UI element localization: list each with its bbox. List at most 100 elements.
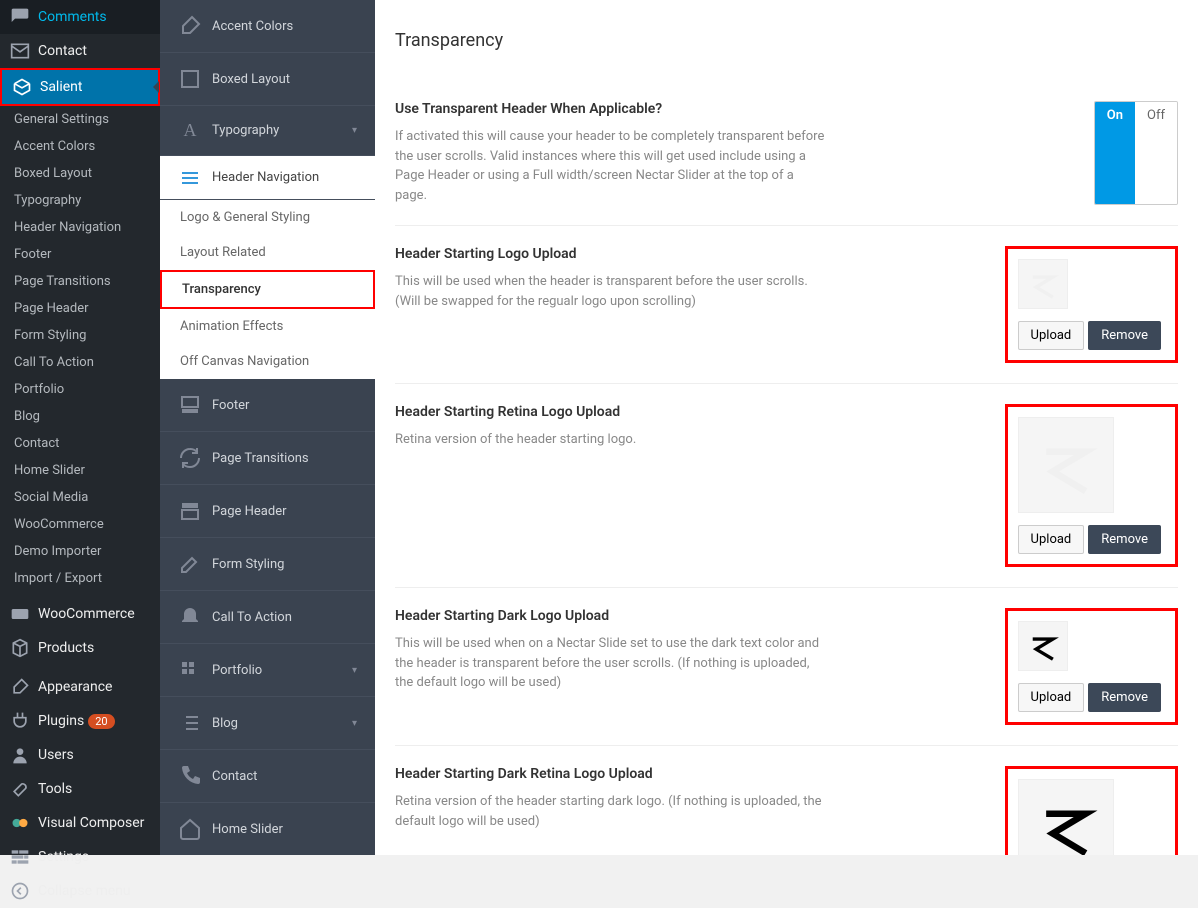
sidebar-sub-call-to-action[interactable]: Call To Action bbox=[0, 349, 160, 376]
toggle-on[interactable]: On bbox=[1095, 102, 1135, 204]
update-badge: 20 bbox=[88, 714, 114, 729]
panel-item-blog[interactable]: Blog ▾ bbox=[160, 697, 375, 750]
panel-item-label: Home Slider bbox=[212, 822, 283, 837]
sidebar-item-label: Tools bbox=[38, 781, 72, 797]
panel-item-label: Form Styling bbox=[212, 557, 284, 572]
upload-button[interactable]: Upload bbox=[1018, 321, 1085, 350]
sidebar-sub-general-settings[interactable]: General Settings bbox=[0, 106, 160, 133]
panel-item-boxed-layout[interactable]: Boxed Layout bbox=[160, 53, 375, 106]
main-content: Transparency Use Transparent Header When… bbox=[375, 0, 1198, 855]
settings-icon bbox=[10, 847, 30, 867]
sidebar-item-label: Plugins bbox=[38, 713, 84, 729]
sidebar-sub-social-media[interactable]: Social Media bbox=[0, 484, 160, 511]
logo-thumbnail bbox=[1018, 417, 1114, 513]
toggle-transparent-header[interactable]: OnOff bbox=[1094, 101, 1178, 205]
panel-item-portfolio[interactable]: Portfolio ▾ bbox=[160, 644, 375, 697]
brush-icon bbox=[178, 14, 202, 38]
sidebar-sub-page-transitions[interactable]: Page Transitions bbox=[0, 268, 160, 295]
sidebar-sub-portfolio[interactable]: Portfolio bbox=[0, 376, 160, 403]
sidebar-item-visual-composer[interactable]: Visual Composer bbox=[0, 806, 160, 840]
field-row: Header Starting Retina Logo UploadRetina… bbox=[395, 384, 1178, 588]
upload-group: UploadRemove bbox=[1005, 766, 1178, 855]
home-icon bbox=[178, 817, 202, 841]
panel-item-accent-colors[interactable]: Accent Colors bbox=[160, 0, 375, 53]
sidebar-item-label: Appearance bbox=[38, 679, 112, 695]
sidebar-item-salient[interactable]: Salient bbox=[0, 68, 160, 106]
sidebar-item-label: Salient bbox=[40, 79, 82, 95]
sidebar-item-label: Contact bbox=[38, 43, 87, 59]
panel-item-label: Page Transitions bbox=[212, 451, 309, 466]
panel-sub-layout-related[interactable]: Layout Related bbox=[160, 235, 375, 270]
panel-item-label: Portfolio bbox=[212, 663, 262, 678]
upload-group: UploadRemove bbox=[1005, 246, 1178, 363]
sidebar-item-comments[interactable]: Comments bbox=[0, 0, 160, 34]
panel-item-header-navigation[interactable]: Header Navigation bbox=[160, 156, 375, 200]
sidebar-item-appearance[interactable]: Appearance bbox=[0, 670, 160, 704]
panel-item-home-slider[interactable]: Home Slider bbox=[160, 803, 375, 855]
sidebar-sub-header-navigation[interactable]: Header Navigation bbox=[0, 214, 160, 241]
panel-sub-off-canvas-navigation[interactable]: Off Canvas Navigation bbox=[160, 344, 375, 379]
sidebar-sub-contact[interactable]: Contact bbox=[0, 430, 160, 457]
sidebar-item-woocommerce[interactable]: WooCommerce bbox=[0, 597, 160, 631]
collapse-icon bbox=[10, 881, 30, 901]
sidebar-sub-woocommerce[interactable]: WooCommerce bbox=[0, 511, 160, 538]
sidebar-sub-footer[interactable]: Footer bbox=[0, 241, 160, 268]
sidebar-item-users[interactable]: Users bbox=[0, 738, 160, 772]
phone-icon bbox=[178, 764, 202, 788]
sidebar-sub-demo-importer[interactable]: Demo Importer bbox=[0, 538, 160, 565]
sidebar-sub-home-slider[interactable]: Home Slider bbox=[0, 457, 160, 484]
field-description: Header Starting Dark Retina Logo UploadR… bbox=[395, 766, 825, 855]
wrench-icon bbox=[10, 779, 30, 799]
plug-icon bbox=[10, 711, 30, 731]
sidebar-item-settings[interactable]: Settings bbox=[0, 840, 160, 874]
panel-item-label: Footer bbox=[212, 398, 249, 413]
remove-button[interactable]: Remove bbox=[1088, 525, 1161, 554]
sidebar-sub-page-header[interactable]: Page Header bbox=[0, 295, 160, 322]
field-control: UploadRemove bbox=[855, 608, 1178, 725]
A-icon: A bbox=[178, 120, 202, 141]
sidebar-sub-form-styling[interactable]: Form Styling bbox=[0, 322, 160, 349]
panel-item-call-to-action[interactable]: Call To Action bbox=[160, 591, 375, 644]
woo-icon bbox=[10, 604, 30, 624]
field-heading: Header Starting Retina Logo Upload bbox=[395, 404, 825, 420]
sidebar-sub-import-export[interactable]: Import / Export bbox=[0, 565, 160, 592]
sidebar-item-collapse-menu[interactable]: Collapse menu bbox=[0, 874, 160, 908]
upload-group: UploadRemove bbox=[1005, 608, 1178, 725]
panel-sub-animation-effects[interactable]: Animation Effects bbox=[160, 309, 375, 344]
sidebar-sub-blog[interactable]: Blog bbox=[0, 403, 160, 430]
panel-item-footer[interactable]: Footer bbox=[160, 379, 375, 432]
panel-item-label: Accent Colors bbox=[212, 19, 293, 34]
box-icon bbox=[178, 67, 202, 91]
sidebar-sub-boxed-layout[interactable]: Boxed Layout bbox=[0, 160, 160, 187]
remove-button[interactable]: Remove bbox=[1088, 321, 1161, 350]
panel-item-label: Contact bbox=[212, 769, 257, 784]
upload-button[interactable]: Upload bbox=[1018, 683, 1085, 712]
sidebar-item-label: Settings bbox=[38, 849, 89, 865]
remove-button[interactable]: Remove bbox=[1088, 683, 1161, 712]
sidebar-item-label: Collapse menu bbox=[38, 883, 131, 899]
toggle-off[interactable]: Off bbox=[1135, 102, 1177, 204]
sidebar-sub-typography[interactable]: Typography bbox=[0, 187, 160, 214]
sidebar-item-products[interactable]: Products bbox=[0, 631, 160, 665]
sidebar-item-plugins[interactable]: Plugins 20 bbox=[0, 704, 160, 738]
field-control: OnOff bbox=[855, 101, 1178, 205]
wp-admin-sidebar: Comments Contact Salient General Settings… bbox=[0, 0, 160, 855]
panel-item-contact[interactable]: Contact bbox=[160, 750, 375, 803]
vc-icon bbox=[10, 813, 30, 833]
chevron-down-icon: ▾ bbox=[352, 718, 357, 729]
sidebar-sub-accent-colors[interactable]: Accent Colors bbox=[0, 133, 160, 160]
panel-sub-transparency[interactable]: Transparency bbox=[160, 270, 375, 309]
field-help-text: This will be used when on a Nectar Slide… bbox=[395, 634, 825, 693]
panel-item-page-transitions[interactable]: Page Transitions bbox=[160, 432, 375, 485]
chevron-down-icon: ▾ bbox=[352, 665, 357, 676]
sidebar-item-tools[interactable]: Tools bbox=[0, 772, 160, 806]
panel-item-typography[interactable]: ATypography▾ bbox=[160, 106, 375, 156]
grid-icon bbox=[178, 658, 202, 682]
sidebar-item-contact[interactable]: Contact bbox=[0, 34, 160, 68]
upload-button[interactable]: Upload bbox=[1018, 525, 1085, 554]
panel-sub-logo-general-styling[interactable]: Logo & General Styling bbox=[160, 200, 375, 235]
field-control: UploadRemove bbox=[855, 766, 1178, 855]
panel-item-page-header[interactable]: Page Header bbox=[160, 485, 375, 538]
panel-item-label: Blog bbox=[212, 716, 238, 731]
panel-item-form-styling[interactable]: Form Styling bbox=[160, 538, 375, 591]
